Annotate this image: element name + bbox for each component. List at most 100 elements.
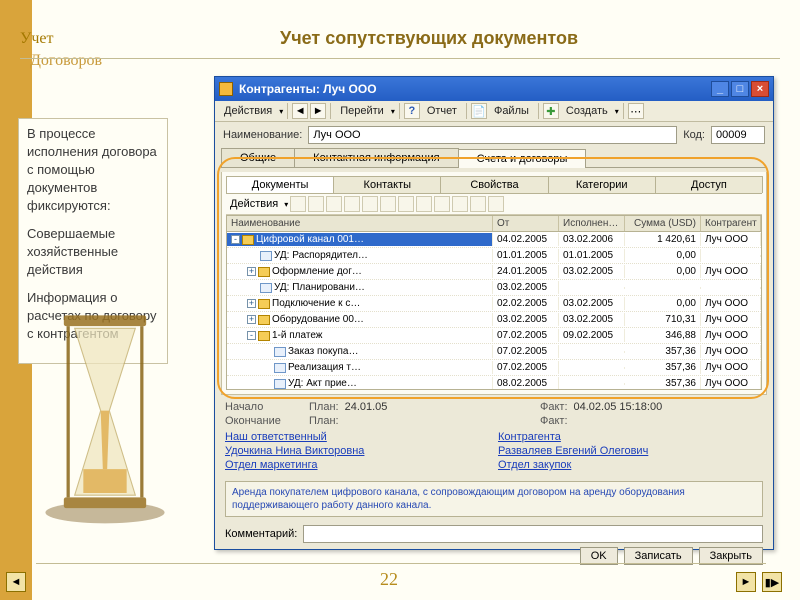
comment-row: Комментарий: [215,521,773,547]
info-p3: Информация о расчетах по договору с конт… [27,289,159,343]
folder-icon [258,315,270,325]
subtab-cats[interactable]: Категории [548,176,656,193]
extra-icon[interactable]: ⋯ [628,103,644,119]
tb-tree-icon[interactable] [434,196,450,212]
table-row[interactable]: Реализация т…07.02.2005357,36Луч ООО [227,360,761,376]
toggle-icon[interactable]: + [247,299,256,308]
name-input[interactable] [308,126,677,144]
window-icon [219,82,233,96]
subtab-docs[interactable]: Документы [226,176,334,193]
info-box: В процессе исполнения договора с помощью… [18,118,168,364]
comment-label: Комментарий: [225,528,297,540]
subtab-props[interactable]: Свойства [440,176,548,193]
tree-header: Наименование От Исполнен… Сумма (USD) Ко… [226,215,762,232]
create-icon[interactable]: ✚ [543,103,559,119]
close-button[interactable]: × [751,81,769,97]
tree-body[interactable]: -Цифровой канал 001…04.02.200503.02.2006… [226,232,762,390]
folder-icon [242,235,254,245]
resp-label[interactable]: Наш ответственный [225,431,327,443]
tb-filter-icon[interactable] [416,196,432,212]
nav-prev-button[interactable]: ◄ [6,572,26,592]
col-done[interactable]: Исполнен… [559,216,625,231]
tb-up-icon[interactable] [380,196,396,212]
tb-refresh-icon[interactable] [362,196,378,212]
tb-more3-icon[interactable] [488,196,504,212]
nav-last-button[interactable]: ▮▶ [762,572,782,592]
forward-icon[interactable]: ► [310,103,326,119]
col-name[interactable]: Наименование [227,216,493,231]
table-row[interactable]: +Подключение к с…02.02.200503.02.20050,0… [227,296,761,312]
responsible-link[interactable]: Удочкина Нина Викторовна [225,445,364,457]
menu-goto[interactable]: Перейти [335,103,389,119]
folder-icon [258,331,270,341]
info-p1: В процессе исполнения договора с помощью… [27,125,159,215]
col-sum[interactable]: Сумма (USD) [625,216,701,231]
plan-label: План: [309,401,339,413]
table-row[interactable]: УД: Распорядител…01.01.200501.01.20050,0… [227,248,761,264]
folder-icon [258,299,270,309]
tb-more2-icon[interactable] [470,196,486,212]
tb-copy-icon[interactable] [326,196,342,212]
code-input[interactable] [711,126,765,144]
main-tabs: Общие Контактная информация Счета и дого… [221,148,767,168]
table-row[interactable]: Заказ покупа…07.02.2005357,36Луч ООО [227,344,761,360]
subtab-contacts[interactable]: Контакты [333,176,441,193]
description-box: Аренда покупателем цифрового канала, с с… [225,481,763,517]
document-icon [274,379,286,389]
files-icon[interactable]: 📄 [471,103,487,119]
tb-edit-icon[interactable] [308,196,324,212]
dept2-link[interactable]: Отдел закупок [498,459,571,471]
fact-value: 04.02.05 15:18:00 [574,401,663,413]
kontr-person-link[interactable]: Разваляев Евгений Олегович [498,445,648,457]
table-row[interactable]: -1-й платеж07.02.200509.02.2005346,88Луч… [227,328,761,344]
minimize-button[interactable]: _ [711,81,729,97]
help-icon[interactable]: ? [404,103,420,119]
dept1-link[interactable]: Отдел маркетинга [225,459,318,471]
toolbar: Действия▾ ◄ ► Перейти▾ ? Отчет 📄 Файлы ✚… [215,101,773,122]
tb-del-icon[interactable] [344,196,360,212]
toggle-icon[interactable]: - [247,331,256,340]
menu-actions[interactable]: Действия [219,103,277,119]
table-row[interactable]: УД: Акт прие…08.02.2005357,36Луч ООО [227,376,761,390]
tb-down-icon[interactable] [398,196,414,212]
tab-general[interactable]: Общие [221,148,295,167]
plan-value: 24.01.05 [345,401,388,413]
menu-report[interactable]: Отчет [422,103,462,119]
table-row[interactable]: +Оборудование 00…03.02.200503.02.2005710… [227,312,761,328]
tb-add-icon[interactable] [290,196,306,212]
back-icon[interactable]: ◄ [292,103,308,119]
document-icon [274,347,286,357]
table-row[interactable]: +Оформление дог…24.01.200503.02.20050,00… [227,264,761,280]
document-icon [260,283,272,293]
sub-toolbar: Действия▾ [226,194,762,215]
start-label: Начало [225,401,301,413]
comment-input[interactable] [303,525,763,543]
footer-buttons: OK Записать Закрыть [215,547,773,571]
kontr-label[interactable]: Контрагента [498,431,561,443]
menu-files[interactable]: Файлы [489,103,534,119]
name-row: Наименование: Код: [215,122,773,148]
toggle-icon[interactable]: + [247,315,256,324]
maximize-button[interactable]: □ [731,81,749,97]
folder-icon [258,267,270,277]
toggle-icon[interactable]: - [231,235,240,244]
table-row[interactable]: УД: Планировани…03.02.2005 [227,280,761,296]
subtab-access[interactable]: Доступ [655,176,763,193]
slide-number: 22 [380,569,398,590]
menu-create[interactable]: Создать [561,103,613,119]
nav-next-button[interactable]: ► [736,572,756,592]
fact-label: Факт: [540,401,568,413]
app-window: Контрагенты: Луч ООО _ □ × Действия▾ ◄ ►… [214,76,774,550]
col-agent[interactable]: Контрагент [701,216,761,231]
tab-accounts[interactable]: Счета и договоры [458,149,587,168]
col-from[interactable]: От [493,216,559,231]
tab-contact[interactable]: Контактная информация [294,148,458,167]
info-p2: Совершаемые хозяйственные действия [27,225,159,279]
toggle-icon[interactable]: + [247,267,256,276]
sidebar-title-l2: Договоров [30,50,102,72]
rule-top [20,58,780,59]
sub-actions[interactable]: Действия [226,198,282,210]
table-row[interactable]: -Цифровой канал 001…04.02.200503.02.2006… [227,232,761,248]
titlebar[interactable]: Контрагенты: Луч ООО _ □ × [215,77,773,101]
tb-more1-icon[interactable] [452,196,468,212]
